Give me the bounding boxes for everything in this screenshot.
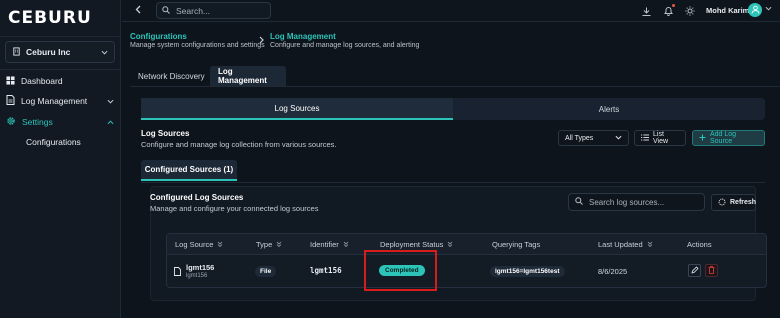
sidebar-subitem-configurations[interactable]: Configurations (26, 137, 81, 147)
chevron-down-icon (107, 96, 114, 106)
sort-icon (647, 240, 653, 249)
breadcrumb-log-management-subtitle: Configure and manage log sources, and al… (270, 42, 420, 49)
sort-icon (276, 240, 282, 249)
sidebar-divider (0, 36, 121, 37)
user-icon (751, 5, 760, 16)
sidebar-item-label: Dashboard (21, 76, 63, 86)
tab-network-discovery[interactable]: Network Discovery (130, 66, 213, 86)
chevron-down-icon (615, 135, 622, 142)
refresh-icon (718, 198, 726, 208)
trash-icon (708, 265, 715, 276)
log-source-name-block: lgmt156 lgmt156 (186, 263, 214, 281)
column-header-last-updated[interactable]: Last Updated (598, 234, 653, 255)
identifier-cell: lgmt156 (310, 266, 342, 275)
column-header-actions: Actions (687, 240, 712, 249)
list-view-button[interactable]: List View (634, 130, 686, 146)
breadcrumb-log-management[interactable]: Log Management (270, 32, 336, 41)
sun-icon[interactable] (684, 5, 696, 17)
delete-button[interactable] (705, 264, 718, 277)
document-icon (6, 95, 15, 107)
org-selector[interactable]: Ceburu Inc (5, 41, 115, 63)
search-icon (575, 197, 583, 207)
avatar[interactable] (748, 3, 762, 17)
global-search[interactable] (156, 2, 271, 19)
sidebar-item-dashboard[interactable]: Dashboard (6, 73, 114, 89)
log-source-search-input[interactable] (589, 197, 699, 207)
segment-log-sources[interactable]: Log Sources (141, 98, 453, 120)
user-name[interactable]: Mohd Karim (706, 6, 749, 15)
log-source-search[interactable] (568, 193, 705, 211)
segment-alerts[interactable]: Alerts (453, 98, 765, 120)
chevron-down-icon (101, 47, 108, 57)
bell-icon[interactable] (662, 4, 675, 17)
chevron-down-icon[interactable] (765, 6, 772, 13)
log-sources-title: Log Sources (141, 129, 190, 138)
last-updated-cell: 8/6/2025 (598, 267, 628, 276)
column-header-type[interactable]: Type (256, 234, 282, 255)
search-icon (162, 5, 170, 16)
column-label: Type (256, 240, 273, 249)
list-icon (641, 134, 649, 143)
notification-dot (672, 4, 675, 7)
building-icon (12, 46, 21, 58)
sidebar-item-label: Log Management (21, 96, 88, 106)
tab-log-management[interactable]: Log Management (210, 66, 286, 86)
sidebar-item-label: Settings (22, 117, 53, 127)
brand-logo[interactable]: CEBURU (8, 8, 92, 28)
breadcrumb-configurations[interactable]: Configurations (130, 32, 187, 41)
back-button[interactable] (132, 4, 144, 18)
column-label: Log Source (175, 240, 214, 249)
log-source-cell: lgmt156 lgmt156 (174, 263, 214, 281)
table-header: Log Source Type Identifier Deployment St… (167, 234, 766, 255)
sidebar-divider (0, 69, 121, 70)
gear-icon (6, 116, 16, 128)
tab-configured-sources[interactable]: Configured Sources (1) (141, 160, 237, 181)
log-sources-description: Configure and manage log collection from… (141, 140, 337, 149)
dashboard-icon (6, 75, 15, 87)
sort-icon (217, 240, 223, 249)
column-label: Identifier (310, 240, 339, 249)
type-filter-select[interactable]: All Types (558, 130, 629, 146)
search-input[interactable] (176, 5, 266, 16)
edit-button[interactable] (688, 264, 701, 277)
column-label: Deployment Status (380, 240, 444, 249)
tags-cell: lgmt156=lgmt156test (490, 266, 565, 277)
column-header-identifier[interactable]: Identifier (310, 234, 349, 255)
chevron-up-icon (107, 117, 114, 127)
column-label: Last Updated (598, 240, 643, 249)
refresh-label: Refresh (730, 199, 757, 206)
sidebar-item-log-management[interactable]: Log Management (6, 93, 114, 109)
type-filter-value: All Types (565, 134, 594, 142)
sort-icon (343, 240, 349, 249)
log-source-name: lgmt156 (186, 263, 215, 272)
subtab-divider (141, 182, 765, 183)
column-header-querying-tags: Querying Tags (492, 240, 541, 249)
add-log-source-label: Add Log Source (710, 131, 737, 145)
download-icon[interactable] (640, 5, 652, 17)
tabs-divider (130, 86, 780, 87)
segment-control: Log Sources Alerts (141, 98, 765, 120)
add-log-source-button[interactable]: Add Log Source (692, 130, 765, 146)
chevron-right-icon (259, 36, 264, 46)
sidebar-item-settings[interactable]: Settings (6, 114, 114, 130)
highlight-box (364, 250, 437, 291)
edit-icon (690, 265, 699, 276)
type-badge: File (255, 266, 277, 277)
tag-badge[interactable]: lgmt156=lgmt156test (490, 266, 565, 277)
list-view-label: List View (653, 131, 669, 145)
sidebar: CEBURU Ceburu Inc Dashboard Log Manageme… (0, 0, 121, 318)
log-source-subname: lgmt156 (186, 273, 208, 279)
type-cell: File (255, 266, 277, 277)
chevron-left-icon (135, 5, 141, 17)
breadcrumb-configurations-subtitle: Manage system configurations and setting… (130, 42, 265, 49)
org-name: Ceburu Inc (26, 47, 71, 57)
log-sources-table: Log Source Type Identifier Deployment St… (166, 233, 767, 288)
refresh-button[interactable]: Refresh (711, 194, 756, 211)
configured-sources-description: Manage and configure your connected log … (150, 204, 319, 213)
column-header-log-source[interactable]: Log Source (175, 234, 223, 255)
configured-sources-title: Configured Log Sources (150, 193, 244, 202)
sort-icon (447, 240, 453, 249)
file-icon (174, 266, 181, 278)
plus-icon (699, 134, 706, 143)
